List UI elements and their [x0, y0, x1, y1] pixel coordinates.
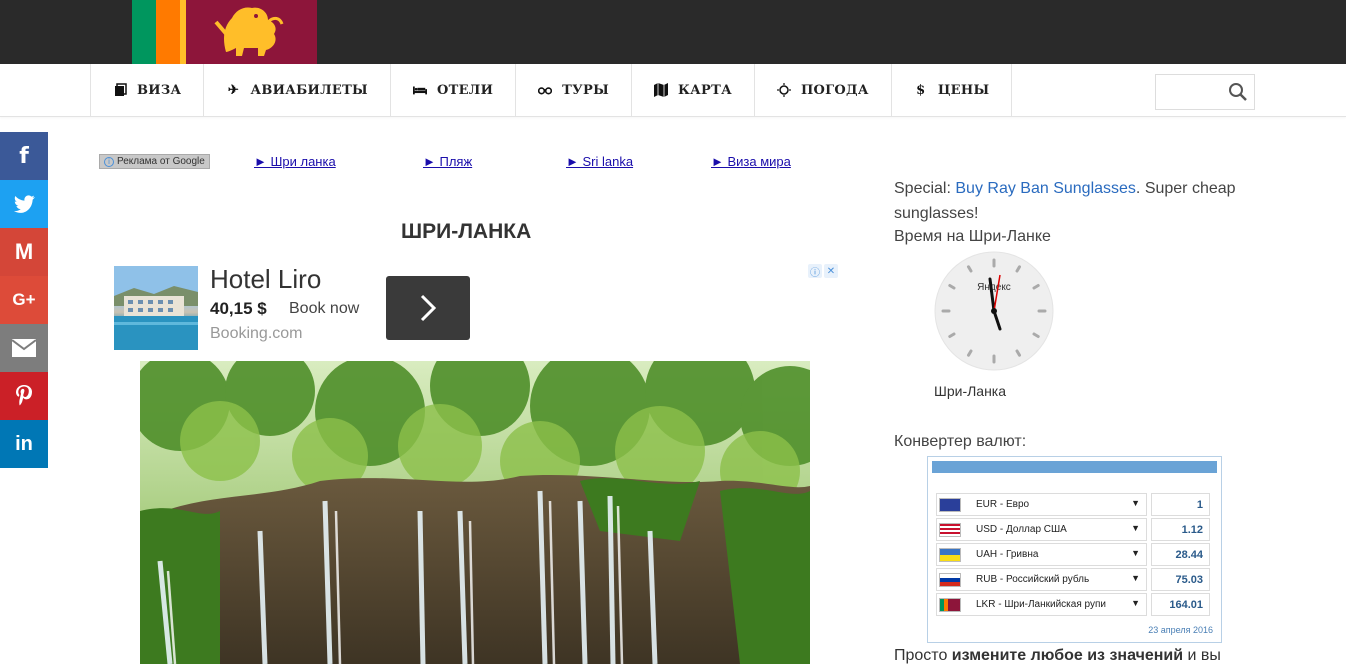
currency-value-lkr[interactable]: 164.01 — [1151, 593, 1210, 616]
special-offer: Special: Buy Ray Ban Sunglasses. Super c… — [894, 180, 1236, 222]
clock-country-label: Шри-Ланка — [934, 383, 1007, 399]
nav-item-map[interactable]: КАРТА — [632, 64, 755, 116]
search-input[interactable] — [1156, 75, 1224, 109]
clock-brand: Яндекс — [977, 282, 1011, 293]
twitter-share-button[interactable] — [0, 180, 48, 228]
lion-icon — [214, 7, 284, 56]
ad-link-beach[interactable]: ► Пляж — [423, 154, 472, 169]
hotel-ad[interactable]: Hotel Liro 40,15 $ Book now Booking.com … — [112, 262, 840, 354]
converter-row-rub: RUB - Российский рубль ▼ 75.03 — [936, 568, 1214, 591]
currency-converter-label: Конвертер валют: — [894, 433, 1027, 450]
waterfall-photo — [140, 361, 810, 664]
hotel-name[interactable]: Hotel Liro — [210, 264, 321, 295]
converter-row-lkr: LKR - Шри-Ланкийская рупи ▼ 164.01 — [936, 593, 1214, 616]
dollar-icon: $ — [916, 82, 926, 98]
currency-value-usd[interactable]: 1.12 — [1151, 518, 1210, 541]
airplane-icon: ✈ — [227, 82, 240, 98]
ad-link-sri-lanka-ru[interactable]: ► Шри ланка — [254, 154, 336, 169]
nav-item-hotels[interactable]: ОТЕЛИ — [391, 64, 517, 116]
hotel-ad-next-button[interactable] — [386, 276, 470, 340]
dropdown-arrow-icon: ▼ — [1131, 548, 1140, 558]
google-plus-icon: G+ — [12, 290, 36, 309]
hotel-price: 40,15 $ — [210, 299, 267, 318]
time-widget-label: Время на Шри-Ланке — [894, 228, 1051, 245]
nav-item-weather[interactable]: ПОГОДА — [755, 64, 892, 116]
currency-select-lkr[interactable]: LKR - Шри-Ланкийская рупи ▼ — [936, 593, 1147, 616]
currency-select-eur[interactable]: EUR - Евро ▼ — [936, 493, 1147, 516]
converter-header-bar — [932, 461, 1217, 473]
hotel-site: Booking.com — [210, 325, 303, 342]
gmail-icon: M — [14, 239, 34, 264]
currency-value-uah[interactable]: 28.44 — [1151, 543, 1210, 566]
currency-select-usd[interactable]: USD - Доллар США ▼ — [936, 518, 1147, 541]
us-flag-icon — [939, 522, 961, 537]
map-icon — [654, 83, 668, 97]
russia-flag-icon — [939, 572, 961, 587]
chevron-right-icon — [420, 294, 437, 322]
adchoices-info-icon[interactable]: ⓘ — [808, 264, 822, 279]
hotel-photo[interactable] — [114, 266, 198, 350]
facebook-icon: f — [19, 143, 29, 169]
ad-link-world-visa[interactable]: ► Виза мира — [711, 154, 791, 169]
social-share-bar: f M G+ in — [0, 132, 48, 468]
twitter-icon — [14, 195, 35, 213]
yandex-clock-widget[interactable]: Яндекс — [934, 251, 1054, 371]
ray-ban-link[interactable]: Buy Ray Ban Sunglasses — [955, 180, 1136, 197]
currency-converter: EUR - Евро ▼ 1 USD - Доллар США ▼ 1.12 U… — [927, 456, 1222, 643]
converter-date: 23 апреля 2016 — [1148, 625, 1213, 635]
top-header — [0, 0, 1346, 64]
converter-instructions: Просто измените любое из значений и вы — [894, 647, 1221, 664]
google-ad-badge[interactable]: i Реклама от Google — [99, 154, 210, 169]
main-navigation: ВИЗА ✈ АВИАБИЛЕТЫ ОТЕЛИ ТУРЫ КАРТА ПОГОД… — [0, 64, 1346, 117]
facebook-share-button[interactable]: f — [0, 132, 48, 180]
currency-select-uah[interactable]: UAH - Гривна ▼ — [936, 543, 1147, 566]
hotel-book-text[interactable]: Book now — [289, 300, 359, 318]
nav-list: ВИЗА ✈ АВИАБИЛЕТЫ ОТЕЛИ ТУРЫ КАРТА ПОГОД… — [90, 64, 1013, 116]
ad-link-sri-lanka-en[interactable]: ► Sri lanka — [566, 154, 633, 169]
info-icon: i — [104, 156, 114, 167]
dropdown-arrow-icon: ▼ — [1131, 573, 1140, 583]
converter-row-eur: EUR - Евро ▼ 1 — [936, 493, 1214, 516]
ad-choices: ⓘ ✕ — [808, 264, 838, 279]
dropdown-arrow-icon: ▼ — [1131, 523, 1140, 533]
nav-item-flights[interactable]: ✈ АВИАБИЛЕТЫ — [204, 64, 391, 116]
google-plus-share-button[interactable]: G+ — [0, 276, 48, 324]
binoculars-icon — [538, 83, 553, 97]
nav-item-tours[interactable]: ТУРЫ — [516, 64, 632, 116]
sri-lanka-flag-logo[interactable] — [132, 0, 317, 64]
bed-icon — [412, 83, 427, 97]
nav-item-prices[interactable]: $ ЦЕНЫ — [892, 64, 1013, 116]
pinterest-icon — [16, 385, 32, 406]
ukraine-flag-icon — [939, 547, 961, 562]
search-icon[interactable] — [1228, 82, 1248, 102]
linkedin-share-button[interactable]: in — [0, 420, 48, 468]
converter-row-uah: UAH - Гривна ▼ 28.44 — [936, 543, 1214, 566]
pinterest-share-button[interactable] — [0, 372, 48, 420]
dropdown-arrow-icon: ▼ — [1131, 498, 1140, 508]
sri-lanka-flag-icon — [939, 597, 961, 612]
linkedin-icon: in — [15, 432, 33, 455]
sun-icon — [776, 83, 791, 97]
currency-value-eur[interactable]: 1 — [1151, 493, 1210, 516]
close-icon[interactable]: ✕ — [824, 264, 838, 278]
eu-flag-icon — [939, 497, 961, 512]
dropdown-arrow-icon: ▼ — [1131, 598, 1140, 608]
search-box — [1155, 74, 1255, 110]
envelope-icon — [12, 339, 36, 357]
currency-select-rub[interactable]: RUB - Российский рубль ▼ — [936, 568, 1147, 591]
converter-row-usd: USD - Доллар США ▼ 1.12 — [936, 518, 1214, 541]
page-title: ШРИ-ЛАНКА — [401, 220, 532, 243]
email-share-button[interactable] — [0, 324, 48, 372]
currency-value-rub[interactable]: 75.03 — [1151, 568, 1210, 591]
nav-item-visa[interactable]: ВИЗА — [91, 64, 205, 116]
gmail-share-button[interactable]: M — [0, 228, 48, 276]
passport-icon — [113, 83, 127, 97]
